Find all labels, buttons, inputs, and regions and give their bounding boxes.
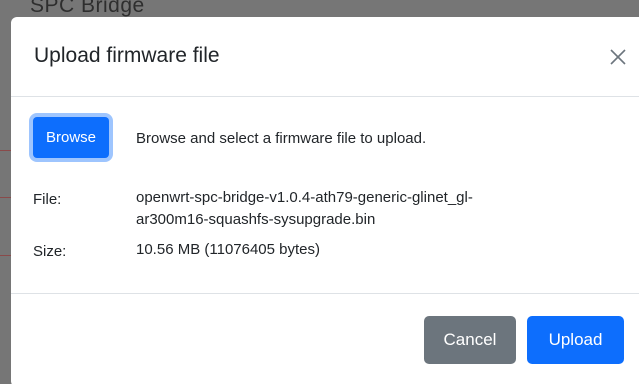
dialog-header: Upload firmware file — [11, 17, 639, 97]
dialog-footer-divider — [11, 293, 639, 294]
browse-button[interactable]: Browse — [33, 117, 109, 158]
close-icon — [610, 49, 626, 65]
upload-firmware-dialog: Upload firmware file Browse Browse and s… — [11, 17, 639, 384]
background-page-title: SPC Bridge — [30, 0, 145, 17]
file-name-line: openwrt-spc-bridge-v1.0.4-ath79-generic-… — [136, 189, 473, 206]
upload-button[interactable]: Upload — [527, 316, 624, 364]
size-label: Size: — [33, 243, 67, 260]
file-name-line: ar300m16-squashfs-sysupgrade.bin — [136, 211, 376, 228]
file-label: File: — [33, 191, 62, 208]
browse-hint-text: Browse and select a firmware file to upl… — [136, 130, 427, 147]
dialog-title: Upload firmware file — [34, 44, 220, 67]
file-size-value: 10.56 MB (11076405 bytes) — [136, 241, 321, 258]
cancel-button[interactable]: Cancel — [424, 316, 516, 364]
close-button[interactable] — [601, 39, 635, 73]
file-name-value: openwrt-spc-bridge-v1.0.4-ath79-generic-… — [136, 187, 596, 231]
